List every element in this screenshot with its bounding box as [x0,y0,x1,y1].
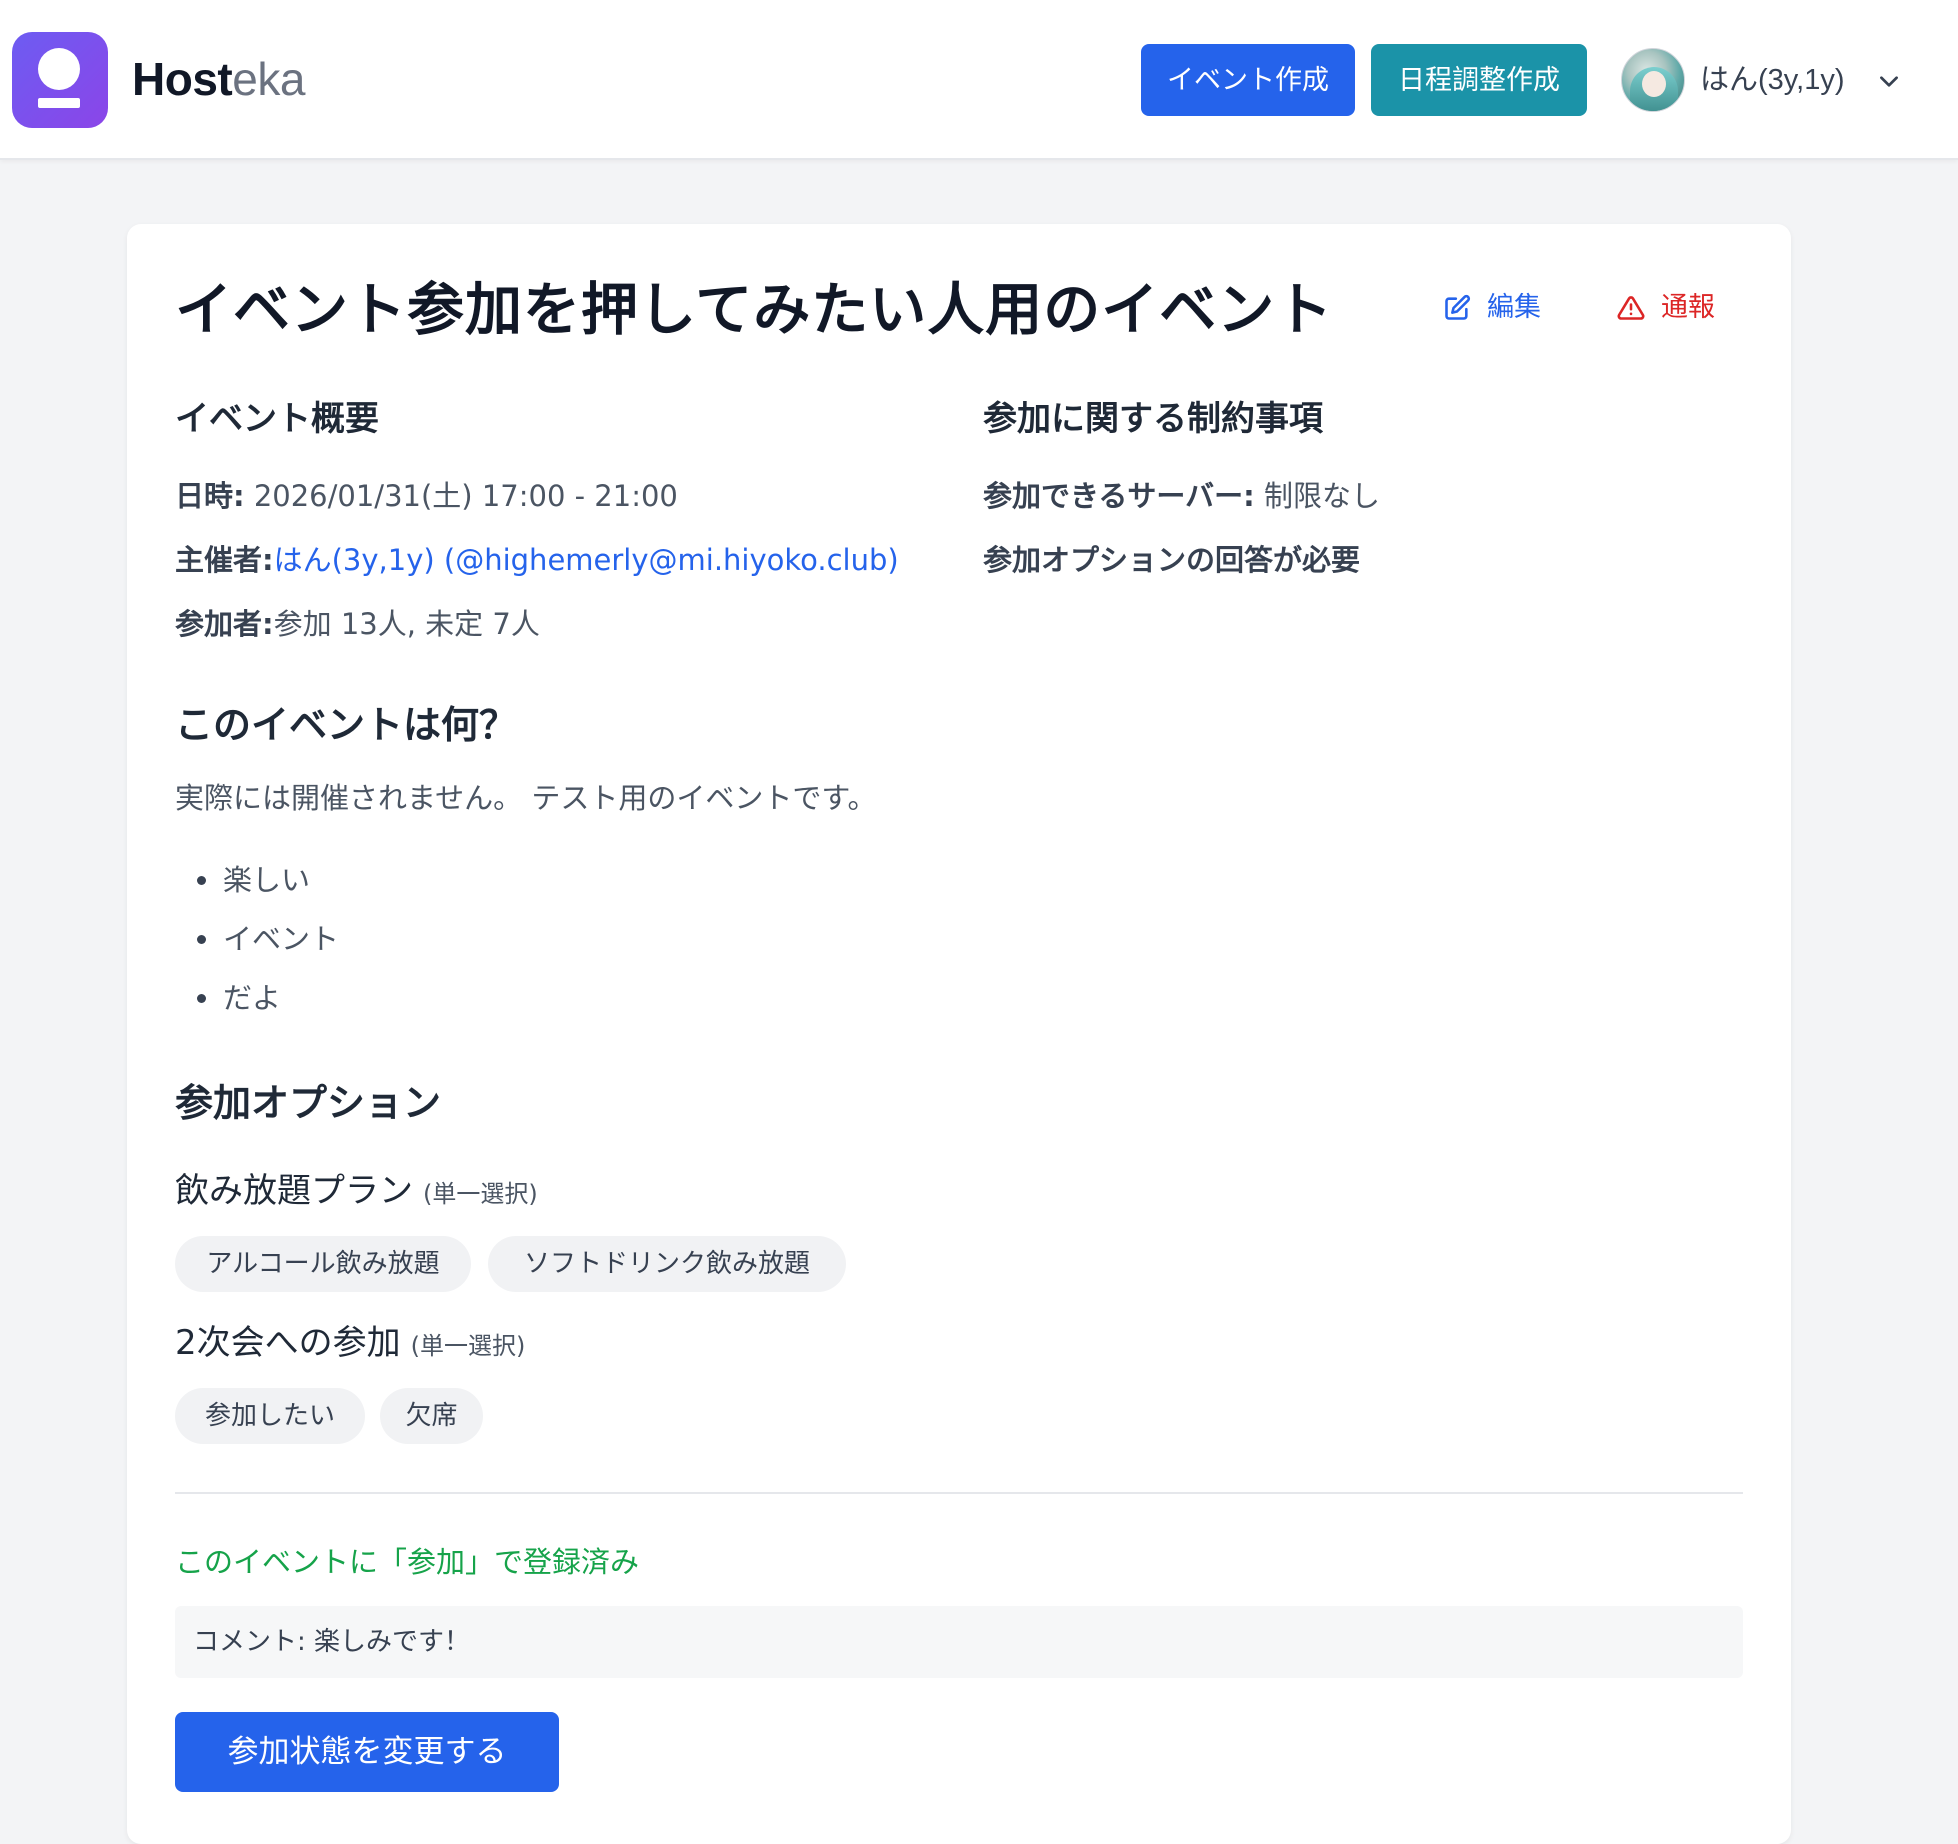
option-group-note: (単一選択) [410,1332,526,1360]
event-card: イベント参加を押してみたい人用のイベント 編集 通報 イベント概要 日時: 20… [127,224,1791,1844]
brand-bold: Host [132,53,233,105]
user-menu[interactable]: はん(3y,1y) [1618,44,1908,116]
options-required-row: 参加オプションの回答が必要 [983,538,1360,582]
option-group-note: (単一選択) [423,1180,538,1208]
participants-value: 参加 13人, 未定 7人 [273,607,540,641]
participants-row: 参加者:参加 13人, 未定 7人 [175,602,540,646]
organizer-key: 主催者: [175,543,274,577]
server-key: 参加できるサーバー: [983,479,1255,513]
avatar-face [1642,71,1666,97]
option-group-name: 2次会への参加 [175,1323,401,1363]
constraints-heading: 参加に関する制約事項 [983,399,1323,439]
create-event-button[interactable]: イベント作成 [1141,44,1355,116]
option-chip-absent[interactable]: 欠席 [380,1388,483,1444]
option-chip-alcohol[interactable]: アルコール飲み放題 [175,1236,471,1292]
option-chip-attend[interactable]: 参加したい [175,1388,365,1444]
server-value: 制限なし [1254,479,1380,513]
bullet-text: だよ [223,981,282,1015]
event-title: イベント参加を押してみたい人用のイベント [175,277,1334,343]
option-group-title: 2次会への参加 (単一選択) [175,1318,525,1371]
bullet-text: イベント [223,922,340,956]
chevron-down-icon [1880,76,1898,87]
bullet-text: 楽しい [223,863,311,897]
registration-status: このイベントに「参加」で登録済み [175,1545,640,1579]
avatar [1621,48,1685,112]
report-label: 通報 [1661,292,1715,323]
app-header: Hosteka イベント作成 日程調整作成 はん(3y,1y) [0,0,1958,160]
brand-light: eka [232,53,305,105]
server-row: 参加できるサーバー: 制限なし [983,474,1380,518]
option-chip-soft-drink[interactable]: ソフトドリンク飲み放題 [488,1236,846,1292]
comment-text: コメント: 楽しみです！ [193,1627,471,1657]
create-schedule-button[interactable]: 日程調整作成 [1371,44,1587,116]
datetime-row: 日時: 2026/01/31(土) 17:00 - 21:00 [175,474,678,518]
change-status-button[interactable]: 参加状態を変更する [175,1712,559,1792]
logo-bar [38,98,80,108]
datetime-key: 日時: [175,479,245,513]
datetime-value: 2026/01/31(土) 17:00 - 21:00 [244,479,678,513]
brand-name[interactable]: Hosteka [132,50,305,108]
options-required: 参加オプションの回答が必要 [983,543,1361,577]
organizer-row: 主催者:はん(3y,1y) (@highemerly@mi.hiyoko.clu… [175,538,899,582]
edit-label: 編集 [1487,292,1541,323]
option-group-name: 飲み放題プラン [175,1171,413,1211]
divider [175,1492,1743,1494]
event-description: 実際には開催されません。 テスト用のイベントです。 [175,781,877,815]
bullet-dot [197,994,206,1003]
bullet-dot [197,876,206,885]
user-name: はん(3y,1y) [1700,64,1845,96]
option-group-title: 飲み放題プラン (単一選択) [175,1166,538,1219]
participants-key: 参加者: [175,607,274,641]
overview-heading: イベント概要 [175,399,379,439]
logo-head [38,48,80,90]
warning-icon [1617,296,1645,320]
options-heading: 参加オプション [175,1081,442,1125]
edit-icon [1445,294,1471,320]
about-heading: このイベントは何？ [175,703,518,747]
bullet-dot [197,935,206,944]
comment-box: コメント: 楽しみです！ [175,1606,1743,1678]
organizer-link[interactable]: はん(3y,1y) (@highemerly@mi.hiyoko.club) [274,543,899,577]
logo-icon[interactable] [12,32,108,128]
